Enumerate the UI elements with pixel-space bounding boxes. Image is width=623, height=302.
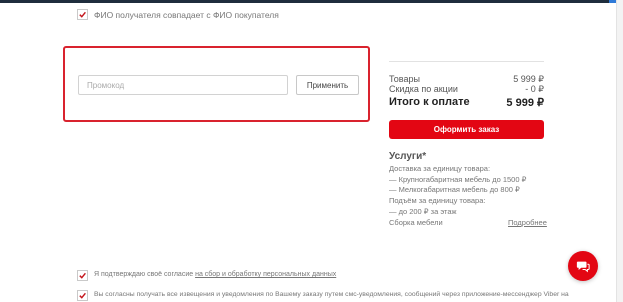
- notifications-text: Вы согласны получать все извещения и уве…: [94, 291, 569, 298]
- apply-promo-button[interactable]: Применить: [296, 75, 359, 95]
- services-line: — Крупногабаритная мебель до 1500 ₽: [389, 175, 527, 184]
- discount-row: Скидка по акции - 0 ₽: [389, 84, 544, 95]
- promo-code-input[interactable]: [78, 75, 288, 95]
- total-row: Итого к оплате 5 999 ₽: [389, 96, 544, 109]
- services-line: Подъём за единицу товара:: [389, 196, 486, 205]
- checkmark-icon: [79, 272, 86, 279]
- notifications-checkbox[interactable]: [77, 290, 88, 301]
- scrollbar[interactable]: [616, 0, 623, 302]
- services-line: — до 200 ₽ за этаж: [389, 207, 457, 216]
- checkmark-icon: [79, 11, 86, 18]
- checkmark-icon: [79, 292, 86, 299]
- consent-text: Я подтверждаю своё согласие на сбор и об…: [94, 271, 336, 278]
- total-label: Итого к оплате: [389, 96, 470, 108]
- services-line: — Мелкогабаритная мебель до 800 ₽: [389, 185, 520, 194]
- consent-label: Я подтверждаю своё согласие: [94, 271, 194, 278]
- discount-value: - 0 ₽: [525, 84, 544, 94]
- chat-icon: [576, 261, 590, 273]
- consent-checkbox[interactable]: [77, 270, 88, 281]
- services-line: Доставка за единицу товара:: [389, 164, 491, 173]
- services-more-link[interactable]: Подробнее: [508, 218, 547, 227]
- chat-button[interactable]: [568, 251, 598, 281]
- services-title: Услуги*: [389, 151, 427, 162]
- recipient-same-checkbox[interactable]: [77, 9, 88, 20]
- recipient-same-label: ФИО получателя совпадает с ФИО покупател…: [94, 10, 279, 20]
- place-order-button[interactable]: Оформить заказ: [389, 120, 544, 139]
- services-line: Сборка мебели: [389, 218, 443, 227]
- top-bar: [0, 0, 623, 3]
- summary-divider: [389, 61, 544, 62]
- discount-label: Скидка по акции: [389, 84, 458, 94]
- personal-data-link[interactable]: на сбор и обработку персональных данных: [195, 271, 336, 278]
- total-value: 5 999 ₽: [506, 97, 544, 109]
